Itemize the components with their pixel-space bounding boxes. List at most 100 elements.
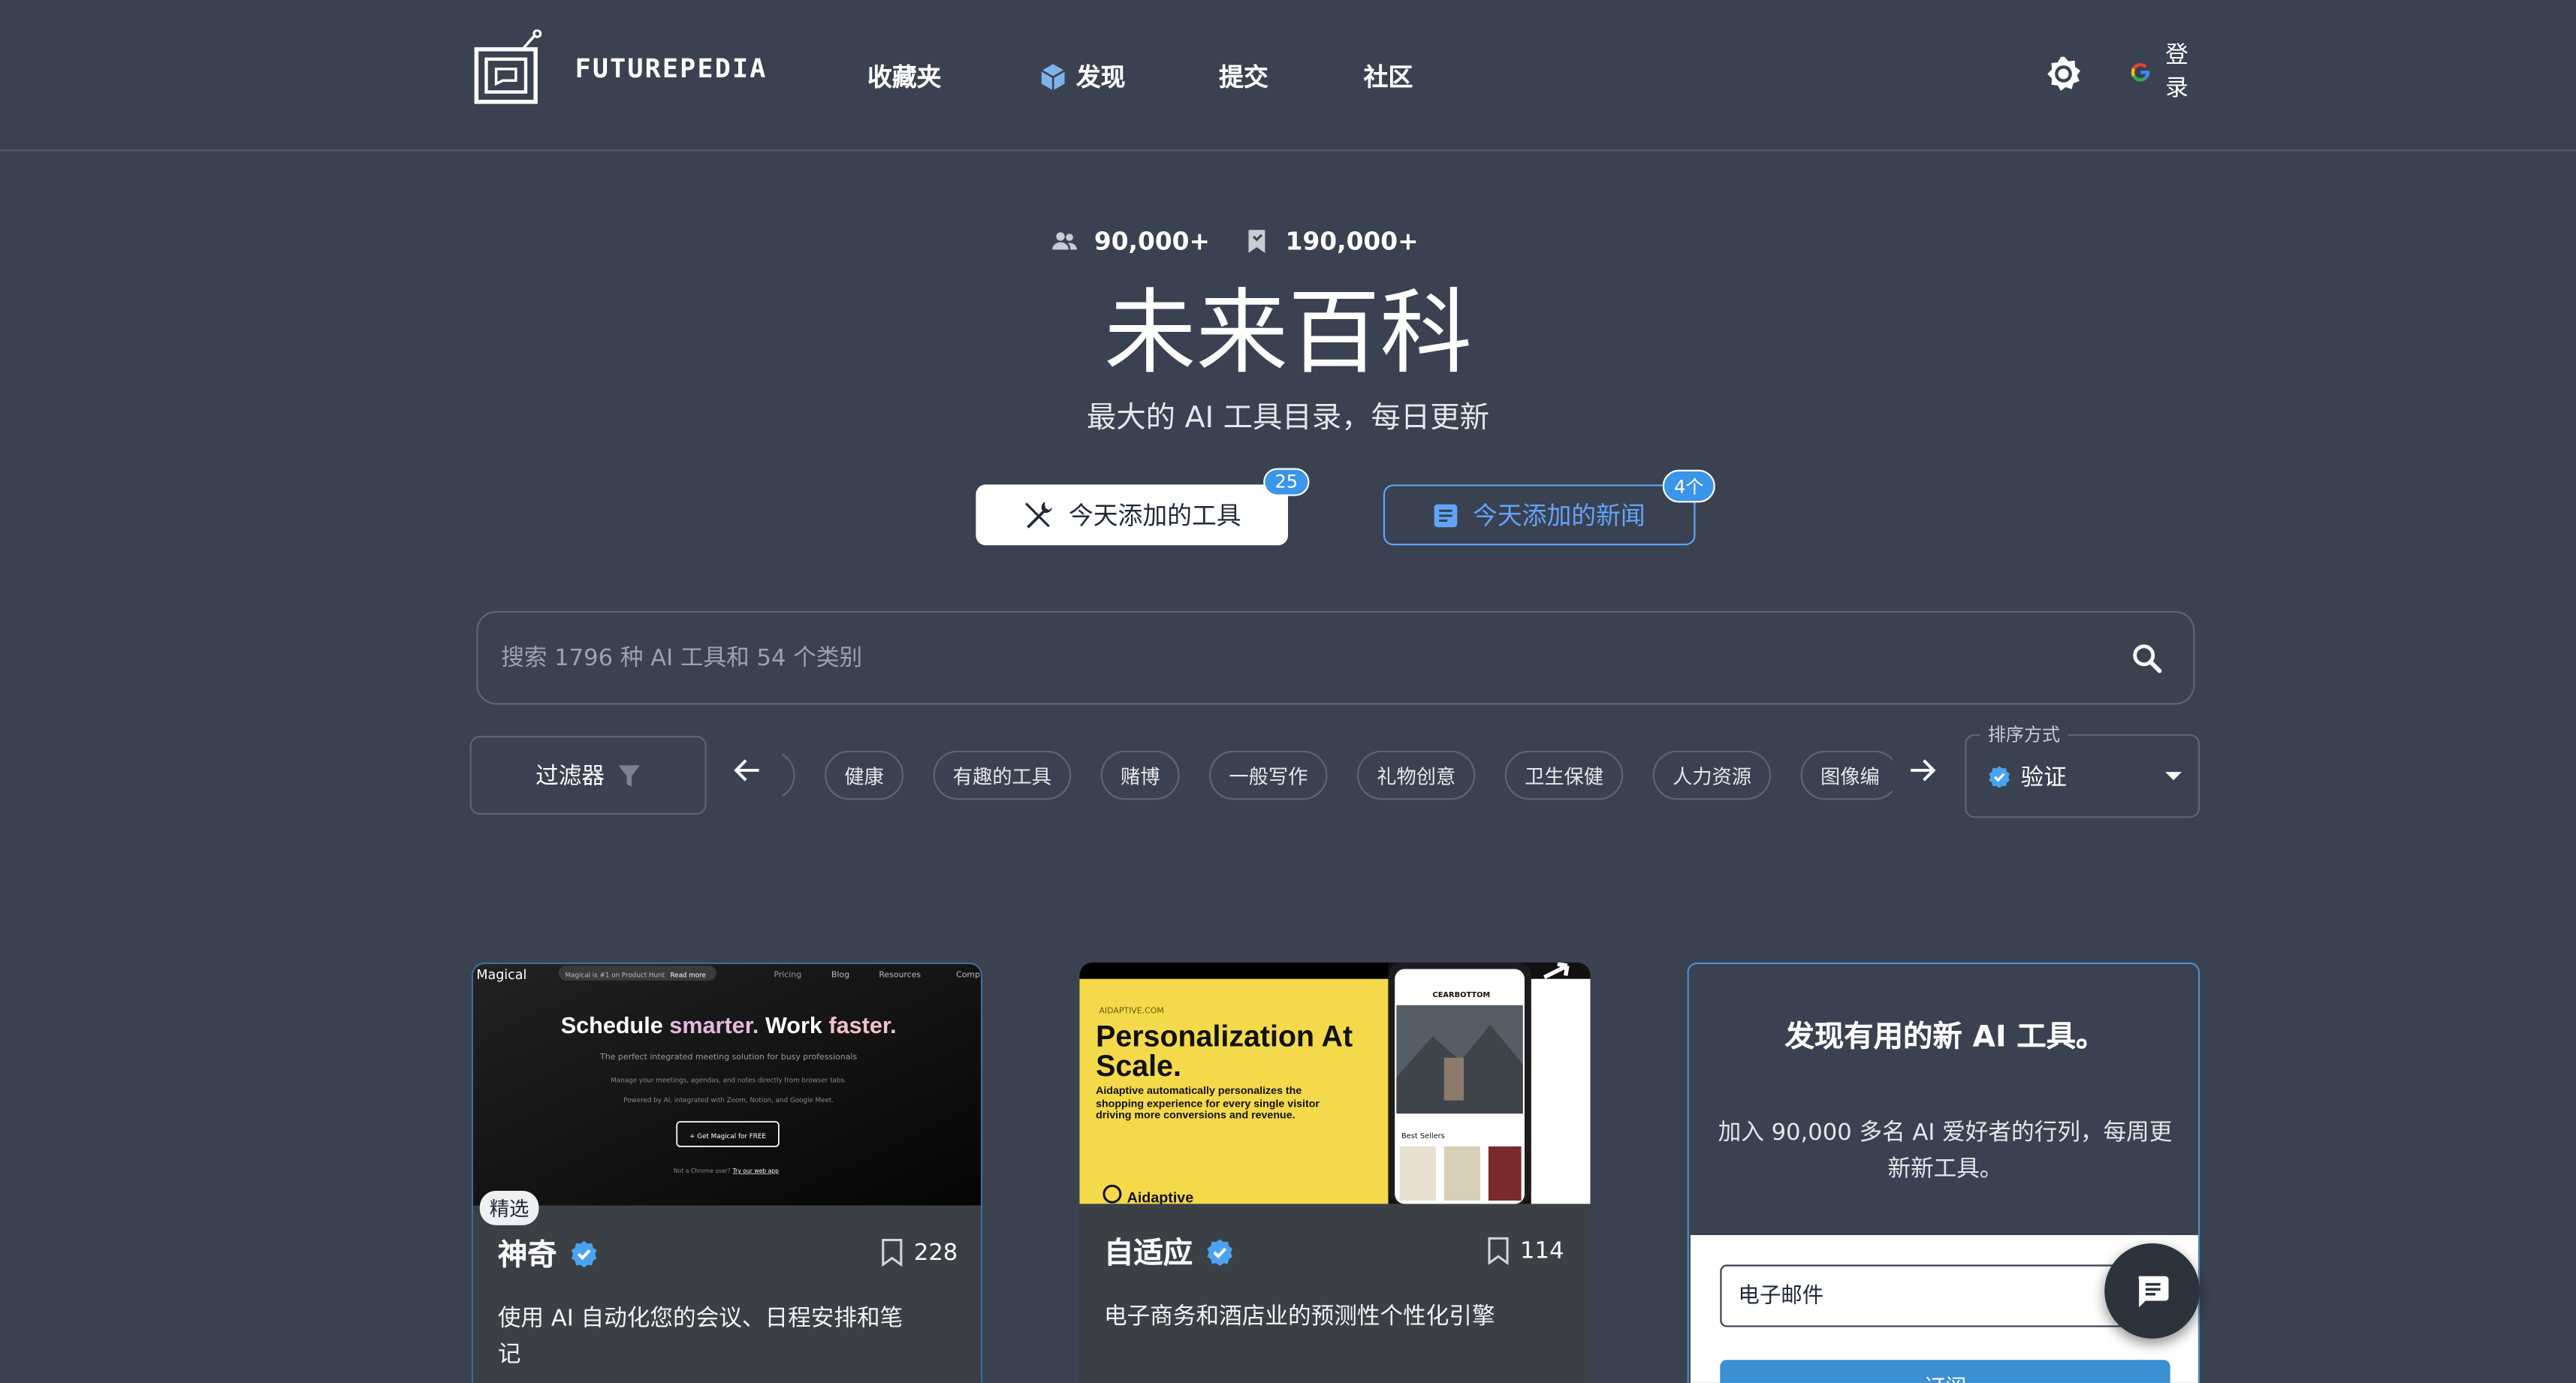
- category-chip-label: 有趣的工具: [952, 764, 1052, 788]
- category-chip-label: 图像编: [1820, 764, 1880, 788]
- search-icon[interactable]: [2131, 642, 2164, 675]
- phone-section-text: Best Sellers: [1401, 1132, 1445, 1140]
- verified-icon: [1989, 766, 2010, 788]
- category-chip-healthcare[interactable]: 卫生保健: [1504, 750, 1624, 800]
- save-count-button[interactable]: 228: [881, 1238, 958, 1267]
- category-chip-label: 卫生保健: [1525, 764, 1604, 788]
- logo[interactable]: FUTUREPEDIA: [473, 29, 767, 105]
- tool-card-screenshot: Magical Magical is #1 on Product Hunt Re…: [473, 964, 981, 1206]
- news-added-today-label: 今天添加的新闻: [1473, 501, 1645, 531]
- featured-badge: 精选: [479, 1190, 539, 1225]
- theme-toggle-button[interactable]: [2044, 54, 2083, 94]
- nav-submit-label: 提交: [1219, 62, 1268, 92]
- category-chip-hr[interactable]: 人力资源: [1652, 750, 1772, 800]
- bookmarks-count: 190,000+: [1285, 226, 1419, 257]
- category-chip-partial[interactable]: [782, 750, 795, 800]
- category-chip-gift-ideas[interactable]: 礼物创意: [1357, 750, 1476, 800]
- filter-button[interactable]: 过滤器: [469, 736, 707, 815]
- tool-description: 电子商务和酒店业的预测性个性化引擎: [1104, 1303, 1495, 1330]
- users-icon: [1052, 232, 1077, 250]
- tools-icon: [1026, 501, 1054, 528]
- funnel-icon: [618, 764, 641, 786]
- verified-icon: [1207, 1238, 1232, 1265]
- category-chip-label: 赌博: [1120, 764, 1160, 788]
- tools-added-today-button[interactable]: 今天添加的工具 25: [976, 468, 1310, 546]
- magical-line-2: Manage your meetings, agendas, and notes…: [611, 1077, 846, 1085]
- top-header: FUTUREPEDIA 收藏夹 发现 提交 社区 登录: [0, 0, 2576, 152]
- news-count-badge: 4个: [1662, 469, 1715, 503]
- category-chip-label: 一般写作: [1229, 764, 1308, 788]
- news-added-today-button[interactable]: 今天添加的新闻 4个: [1383, 469, 1715, 546]
- tool-description: 使用 AI 自动化您的会议、日程安排和笔记: [497, 1306, 903, 1369]
- tool-name: 神奇: [497, 1238, 557, 1273]
- aidaptive-site-text: AIDAPTIVE.COM: [1099, 1006, 1163, 1016]
- magical-resources-text: Resources: [879, 970, 921, 980]
- article-icon: [1434, 503, 1458, 527]
- nav-community-label: 社区: [1363, 62, 1413, 92]
- search-input[interactable]: [501, 644, 2079, 671]
- chat-button[interactable]: [2104, 1243, 2200, 1339]
- login-label: 登录: [2165, 42, 2188, 102]
- magical-footer-b: Try our web app: [732, 1168, 779, 1174]
- magical-ph-text: Magical is #1 on Product Hunt: [566, 972, 665, 980]
- save-count: 228: [913, 1239, 958, 1266]
- users-count: 90,000+: [1093, 226, 1210, 257]
- sort-select[interactable]: 排序方式 验证: [1965, 721, 2200, 818]
- page: FUTUREPEDIA 收藏夹 发现 提交 社区 登录 90,000+ 190,…: [0, 0, 2576, 1383]
- scroll-left-arrow-icon[interactable]: [733, 755, 762, 785]
- headline-part: smarter.: [669, 1013, 759, 1038]
- bookmark-outline-icon: [882, 1239, 903, 1267]
- page-subtitle: 最大的 AI 工具目录，每日更新: [1086, 400, 1490, 435]
- nav-community[interactable]: 社区: [1364, 59, 1413, 94]
- phone-brand-text: CEARBOTTOM: [1433, 991, 1491, 999]
- headline-part: faster.: [828, 1013, 896, 1038]
- category-chip-label: 礼物创意: [1377, 764, 1456, 788]
- bookmark-outline-icon: [1489, 1237, 1510, 1265]
- search-bar: [476, 610, 2195, 705]
- category-chip-health[interactable]: 健康: [825, 750, 904, 800]
- magical-comp-text: Comp: [956, 970, 980, 980]
- magical-line-1: The perfect integrated meeting solution …: [599, 1052, 857, 1062]
- tools-added-today-label: 今天添加的工具: [1068, 501, 1241, 531]
- category-chip-general-writing[interactable]: 一般写作: [1209, 750, 1328, 800]
- filter-label: 过滤器: [535, 764, 605, 791]
- users-stat: 90,000+: [1051, 227, 1210, 256]
- magical-footer-a: Not a Chrome user?: [674, 1168, 731, 1174]
- category-chip-gambling[interactable]: 赌博: [1100, 750, 1180, 800]
- subscribe-button[interactable]: 订阅: [1720, 1360, 2170, 1383]
- nav-discover[interactable]: 发现: [1039, 59, 1126, 94]
- category-chip-fun-tools[interactable]: 有趣的工具: [933, 750, 1072, 800]
- tools-count-badge: 25: [1263, 468, 1310, 496]
- sun-icon: [2047, 56, 2081, 91]
- email-field[interactable]: [1720, 1264, 2170, 1327]
- newsletter-title: 发现有用的新 AI 工具。: [1784, 1020, 2106, 1055]
- category-chip-image-editing[interactable]: 图像编: [1800, 750, 1893, 800]
- logo-icon: [474, 29, 542, 104]
- save-count-button[interactable]: 114: [1487, 1237, 1564, 1265]
- verified-icon: [571, 1240, 597, 1267]
- bookmark-icon: [1249, 230, 1266, 253]
- nav-favorites-label: 收藏夹: [867, 62, 942, 92]
- logo-text: FUTUREPEDIA: [575, 51, 768, 83]
- cube-icon: [1041, 63, 1066, 90]
- chat-icon: [2138, 1276, 2169, 1308]
- stats-row: 90,000+ 190,000+: [1051, 227, 1455, 256]
- nav-discover-label: 发现: [1075, 62, 1126, 92]
- aidaptive-brand-text: Aidaptive: [1127, 1189, 1194, 1204]
- svg-text:Schedule smarter.: Schedule smarter. Work faster.: [561, 1013, 897, 1038]
- tool-card[interactable]: AIDAPTIVE.COM Personalization At Scale. …: [1079, 962, 1591, 1383]
- tool-card[interactable]: Magical Magical is #1 on Product Hunt Re…: [471, 962, 983, 1383]
- magical-readmore-text: Read more: [671, 972, 706, 980]
- page-title: 未来百科: [1104, 281, 1472, 388]
- headline-part: Work: [765, 1013, 823, 1038]
- newsletter-subtitle: 加入 90,000 多名 AI 爱好者的行列，每周更新新工具。: [1718, 1119, 2173, 1183]
- magical-pricing-text: Pricing: [774, 970, 801, 980]
- nav-submit[interactable]: 提交: [1219, 59, 1268, 94]
- login-button[interactable]: 登录: [2129, 40, 2191, 106]
- tool-card-body: 神奇 228 使用 AI 自动化您的会议、日程安排和笔记: [473, 1205, 981, 1383]
- nav-favorites[interactable]: 收藏夹: [867, 59, 941, 94]
- aidaptive-body: Aidaptive automatically personalizes the…: [1096, 1085, 1320, 1122]
- scroll-right-arrow-icon[interactable]: [1908, 755, 1937, 785]
- aidaptive-headline: Personalization At Scale.: [1096, 1021, 1353, 1083]
- magical-brand-text: Magical: [476, 968, 526, 983]
